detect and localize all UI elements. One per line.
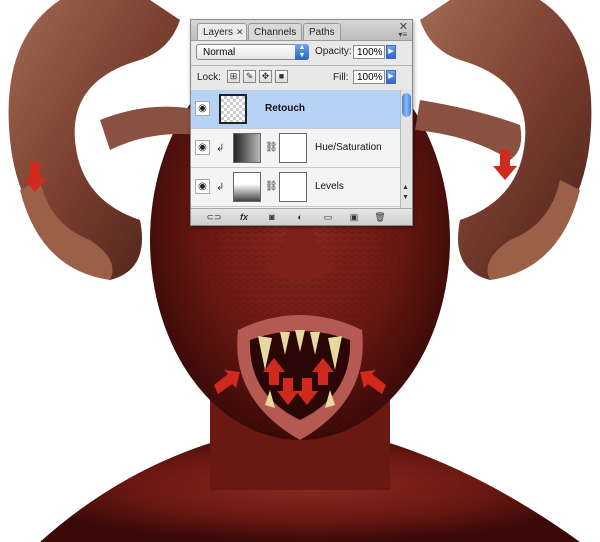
hue-saturation-thumbnail — [233, 133, 261, 163]
tab-layers-label: Layers — [203, 27, 234, 38]
scroll-up-icon[interactable]: ▲ — [402, 184, 409, 191]
layer-row-hue-saturation[interactable]: ◉ ↲ ⛓ Hue/Saturation — [191, 129, 400, 168]
visibility-eye-icon[interactable]: ◉ — [195, 140, 210, 155]
visibility-eye-icon[interactable]: ◉ — [195, 101, 210, 116]
adjustment-layer-icon[interactable]: ◐ — [291, 210, 309, 224]
layers-list: ◉ Retouch ◉ ↲ ⛓ Hue/Saturation ◉ ↲ ⛓ Lev… — [191, 90, 400, 208]
opacity-input[interactable]: 100% — [353, 45, 385, 59]
mask-thumbnail[interactable] — [279, 172, 307, 202]
layers-panel: Layers ✕ Channels Paths ✕ ▾≡ Normal ▲ ▼ Op… — [190, 19, 413, 226]
layer-name: Retouch — [265, 103, 305, 114]
opacity-label: Opacity: — [315, 46, 352, 57]
layer-name: Hue/Saturation — [315, 142, 382, 153]
chain-link-icon[interactable]: ⛓ — [265, 142, 278, 153]
panel-bottom-toolbar: ⊂⊃ fx ◙ ◐ ▭ ▣ 🗑 — [191, 208, 412, 225]
lock-position-icon[interactable]: ✥ — [259, 70, 272, 83]
panel-menu-icon[interactable]: ▾≡ — [398, 30, 407, 39]
lock-label: Lock: — [197, 72, 221, 83]
layer-thumbnail — [219, 94, 247, 124]
new-layer-icon[interactable]: ▣ — [345, 210, 363, 224]
scroll-down-icon[interactable]: ▼ — [402, 194, 409, 201]
dropdown-arrows-icon: ▲ ▼ — [295, 44, 309, 60]
tab-layers[interactable]: Layers ✕ — [197, 23, 247, 40]
tab-paths[interactable]: Paths — [303, 23, 341, 40]
levels-thumbnail — [233, 172, 261, 202]
clipping-arrow-icon: ↲ — [216, 182, 225, 193]
group-folder-icon[interactable]: ▭ — [319, 210, 337, 224]
layer-name: Levels — [315, 181, 344, 192]
trash-icon[interactable]: 🗑 — [371, 210, 389, 224]
visibility-eye-icon[interactable]: ◉ — [195, 179, 210, 194]
tab-close-icon[interactable]: ✕ — [236, 27, 244, 37]
tab-paths-label: Paths — [309, 27, 335, 38]
layers-scrollbar[interactable]: ▲ ▼ — [400, 90, 412, 208]
tab-channels[interactable]: Channels — [248, 23, 302, 40]
divider — [191, 65, 412, 66]
fx-icon[interactable]: fx — [235, 210, 253, 224]
clipping-arrow-icon: ↲ — [216, 143, 225, 154]
blend-mode-dropdown[interactable]: Normal ▲ ▼ — [196, 44, 309, 60]
blend-mode-value: Normal — [203, 47, 236, 58]
tab-channels-label: Channels — [254, 27, 297, 38]
layer-row-retouch[interactable]: ◉ Retouch — [191, 90, 400, 129]
fill-label: Fill: — [333, 72, 349, 83]
chain-link-icon[interactable]: ⛓ — [265, 181, 278, 192]
fill-slider-button[interactable]: ▶ — [386, 70, 396, 84]
layer-mask-icon[interactable]: ◙ — [263, 210, 281, 224]
lock-all-icon[interactable]: ■ — [275, 70, 288, 83]
panel-tab-bar: Layers ✕ Channels Paths ✕ ▾≡ — [191, 20, 412, 41]
lock-transparency-icon[interactable]: ⊞ — [227, 70, 240, 83]
link-layers-icon[interactable]: ⊂⊃ — [205, 210, 223, 224]
scroll-thumb[interactable] — [402, 93, 411, 117]
lock-image-icon[interactable]: ✎ — [243, 70, 256, 83]
fill-input[interactable]: 100% — [353, 70, 385, 84]
mask-thumbnail[interactable] — [279, 133, 307, 163]
opacity-slider-button[interactable]: ▶ — [386, 45, 396, 59]
layer-row-levels[interactable]: ◉ ↲ ⛓ Levels — [191, 168, 400, 207]
